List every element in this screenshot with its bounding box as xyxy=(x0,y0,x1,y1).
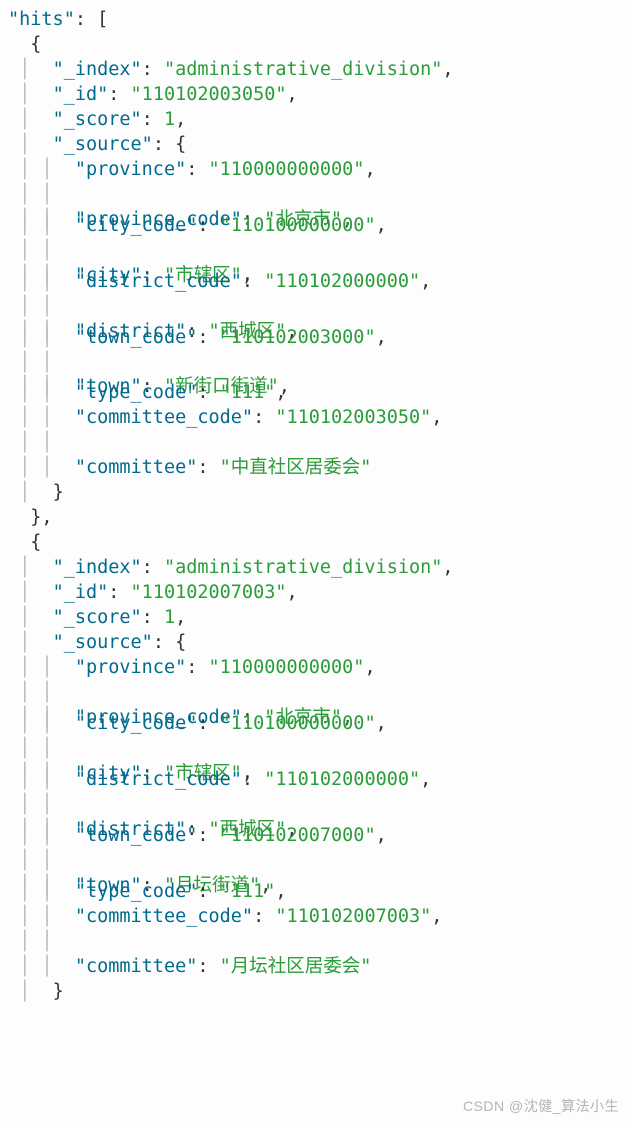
type-code-line: │ │ "type_code": "111", xyxy=(8,381,631,406)
province-line: │ │ "province": "110000000000", xyxy=(8,656,631,681)
committee-line: │ │ "committee": "月坛社区居委会" xyxy=(8,955,631,980)
committee-code-line: │ │ "committee_code": "110102007003", xyxy=(8,905,631,930)
source-close: │ } xyxy=(8,481,631,506)
obj-open: { xyxy=(8,531,631,556)
spacer: │ │ xyxy=(8,849,631,874)
spacer: │ │ xyxy=(8,737,631,762)
index-line: │ "_index": "administrative_division", xyxy=(8,556,631,581)
score-line: │ "_score": 1, xyxy=(8,108,631,133)
spacer: │ │ xyxy=(8,930,631,955)
spacer: │ │ xyxy=(8,681,631,706)
district-code-line: │ │ "district_code": "110102000000", xyxy=(8,768,631,793)
spacer: │ │ xyxy=(8,239,631,264)
obj-open: { xyxy=(8,33,631,58)
committee-code-line: │ │ "committee_code": "110102003050", xyxy=(8,406,631,431)
source-close: │ } xyxy=(8,980,631,1005)
committee-line: │ │ "committee": "中直社区居委会" xyxy=(8,456,631,481)
index-line: │ "_index": "administrative_division", xyxy=(8,58,631,83)
town-code-line: │ │ "town_code": "110102007000", xyxy=(8,824,631,849)
spacer: │ │ xyxy=(8,793,631,818)
spacer: │ │ xyxy=(8,183,631,208)
hits-open: "hits": [ xyxy=(8,8,631,33)
source-open: │ "_source": { xyxy=(8,631,631,656)
city-code-line: │ │ "city_code": "110100000000", xyxy=(8,712,631,737)
spacer: │ │ xyxy=(8,295,631,320)
obj-close: }, xyxy=(8,506,631,531)
id-line: │ "_id": "110102003050", xyxy=(8,83,631,108)
score-line: │ "_score": 1, xyxy=(8,606,631,631)
spacer: │ │ xyxy=(8,351,631,376)
type-code-line: │ │ "type_code": "111", xyxy=(8,880,631,905)
source-open: │ "_source": { xyxy=(8,133,631,158)
district-code-line: │ │ "district_code": "110102000000", xyxy=(8,270,631,295)
province-line: │ │ "province": "110000000000", xyxy=(8,158,631,183)
town-code-line: │ │ "town_code": "110102003000", xyxy=(8,326,631,351)
watermark: CSDN @沈健_算法小生 xyxy=(463,1097,619,1116)
city-code-line: │ │ "city_code": "110100000000", xyxy=(8,214,631,239)
json-code-block: "hits": [ { │ "_index": "administrative_… xyxy=(8,8,631,1005)
spacer: │ │ xyxy=(8,431,631,456)
id-line: │ "_id": "110102007003", xyxy=(8,581,631,606)
